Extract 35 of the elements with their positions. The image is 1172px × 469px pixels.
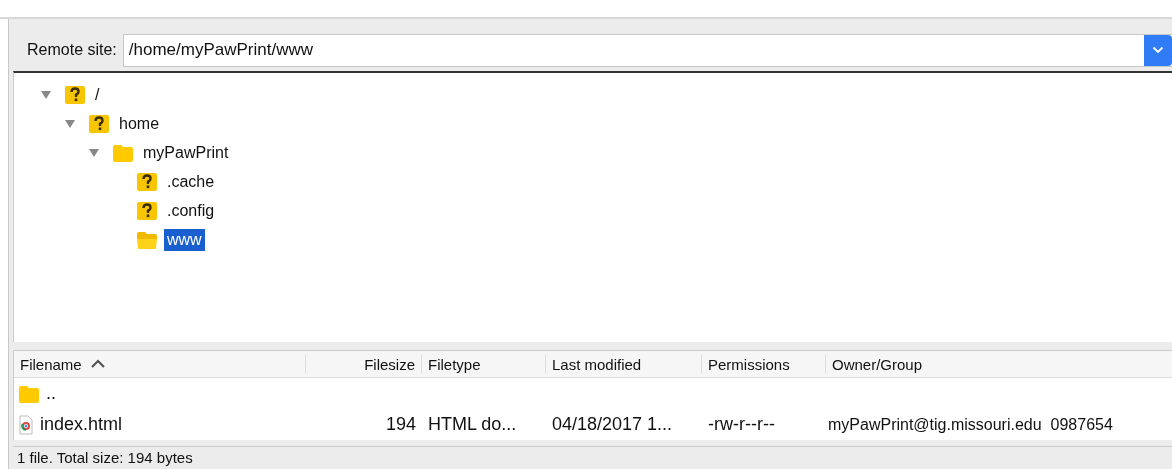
disclosure-triangle-icon[interactable] (40, 89, 52, 100)
disclosure-triangle-icon[interactable] (88, 147, 100, 158)
field-label: Remote site: (27, 41, 117, 59)
table-cell: .. (46, 383, 56, 404)
column-header[interactable]: Filename (14, 355, 306, 373)
column-header[interactable]: Permissions (702, 355, 826, 373)
table-cell: index.html (40, 414, 123, 435)
dropdown-button[interactable] (1144, 34, 1172, 66)
tree-item[interactable]: www (164, 228, 205, 251)
tree-item[interactable]: home (116, 112, 163, 135)
folder-icon (112, 142, 134, 163)
question-mark-icon (88, 113, 110, 134)
tree-item[interactable]: / (92, 83, 103, 106)
table-cell: 194 (385, 414, 416, 435)
question-mark-icon (136, 171, 158, 192)
table-cell: HTML do... (428, 414, 517, 435)
table-cell: -rw-r--r-- (708, 414, 775, 435)
table-cell: myPawPrint@tig.missouri.edu 0987654 (828, 415, 1113, 434)
table-cell: 04/18/2017 1... (552, 414, 673, 435)
tree-item[interactable]: .config (164, 199, 218, 222)
html-file-icon (18, 414, 34, 435)
tree-item[interactable]: myPawPrint (140, 141, 232, 164)
status-bar: 1 file. Total size: 194 bytes (13, 446, 1172, 467)
path-combo-box[interactable]: /home/myPawPrint/www (122, 33, 1172, 67)
tree-item[interactable]: .cache (164, 170, 218, 193)
column-header[interactable]: Filetype (422, 355, 546, 373)
disclosure-triangle-icon[interactable] (64, 118, 76, 129)
chevron-down-icon (1152, 46, 1164, 54)
column-header[interactable]: Filesize (306, 355, 422, 373)
column-header[interactable]: Owner/Group (826, 355, 1172, 373)
folder-icon (18, 383, 40, 404)
question-mark-icon (64, 84, 86, 105)
column-header[interactable]: Last modified (546, 355, 702, 373)
open-folder-icon (136, 229, 158, 250)
question-mark-icon (136, 200, 158, 221)
